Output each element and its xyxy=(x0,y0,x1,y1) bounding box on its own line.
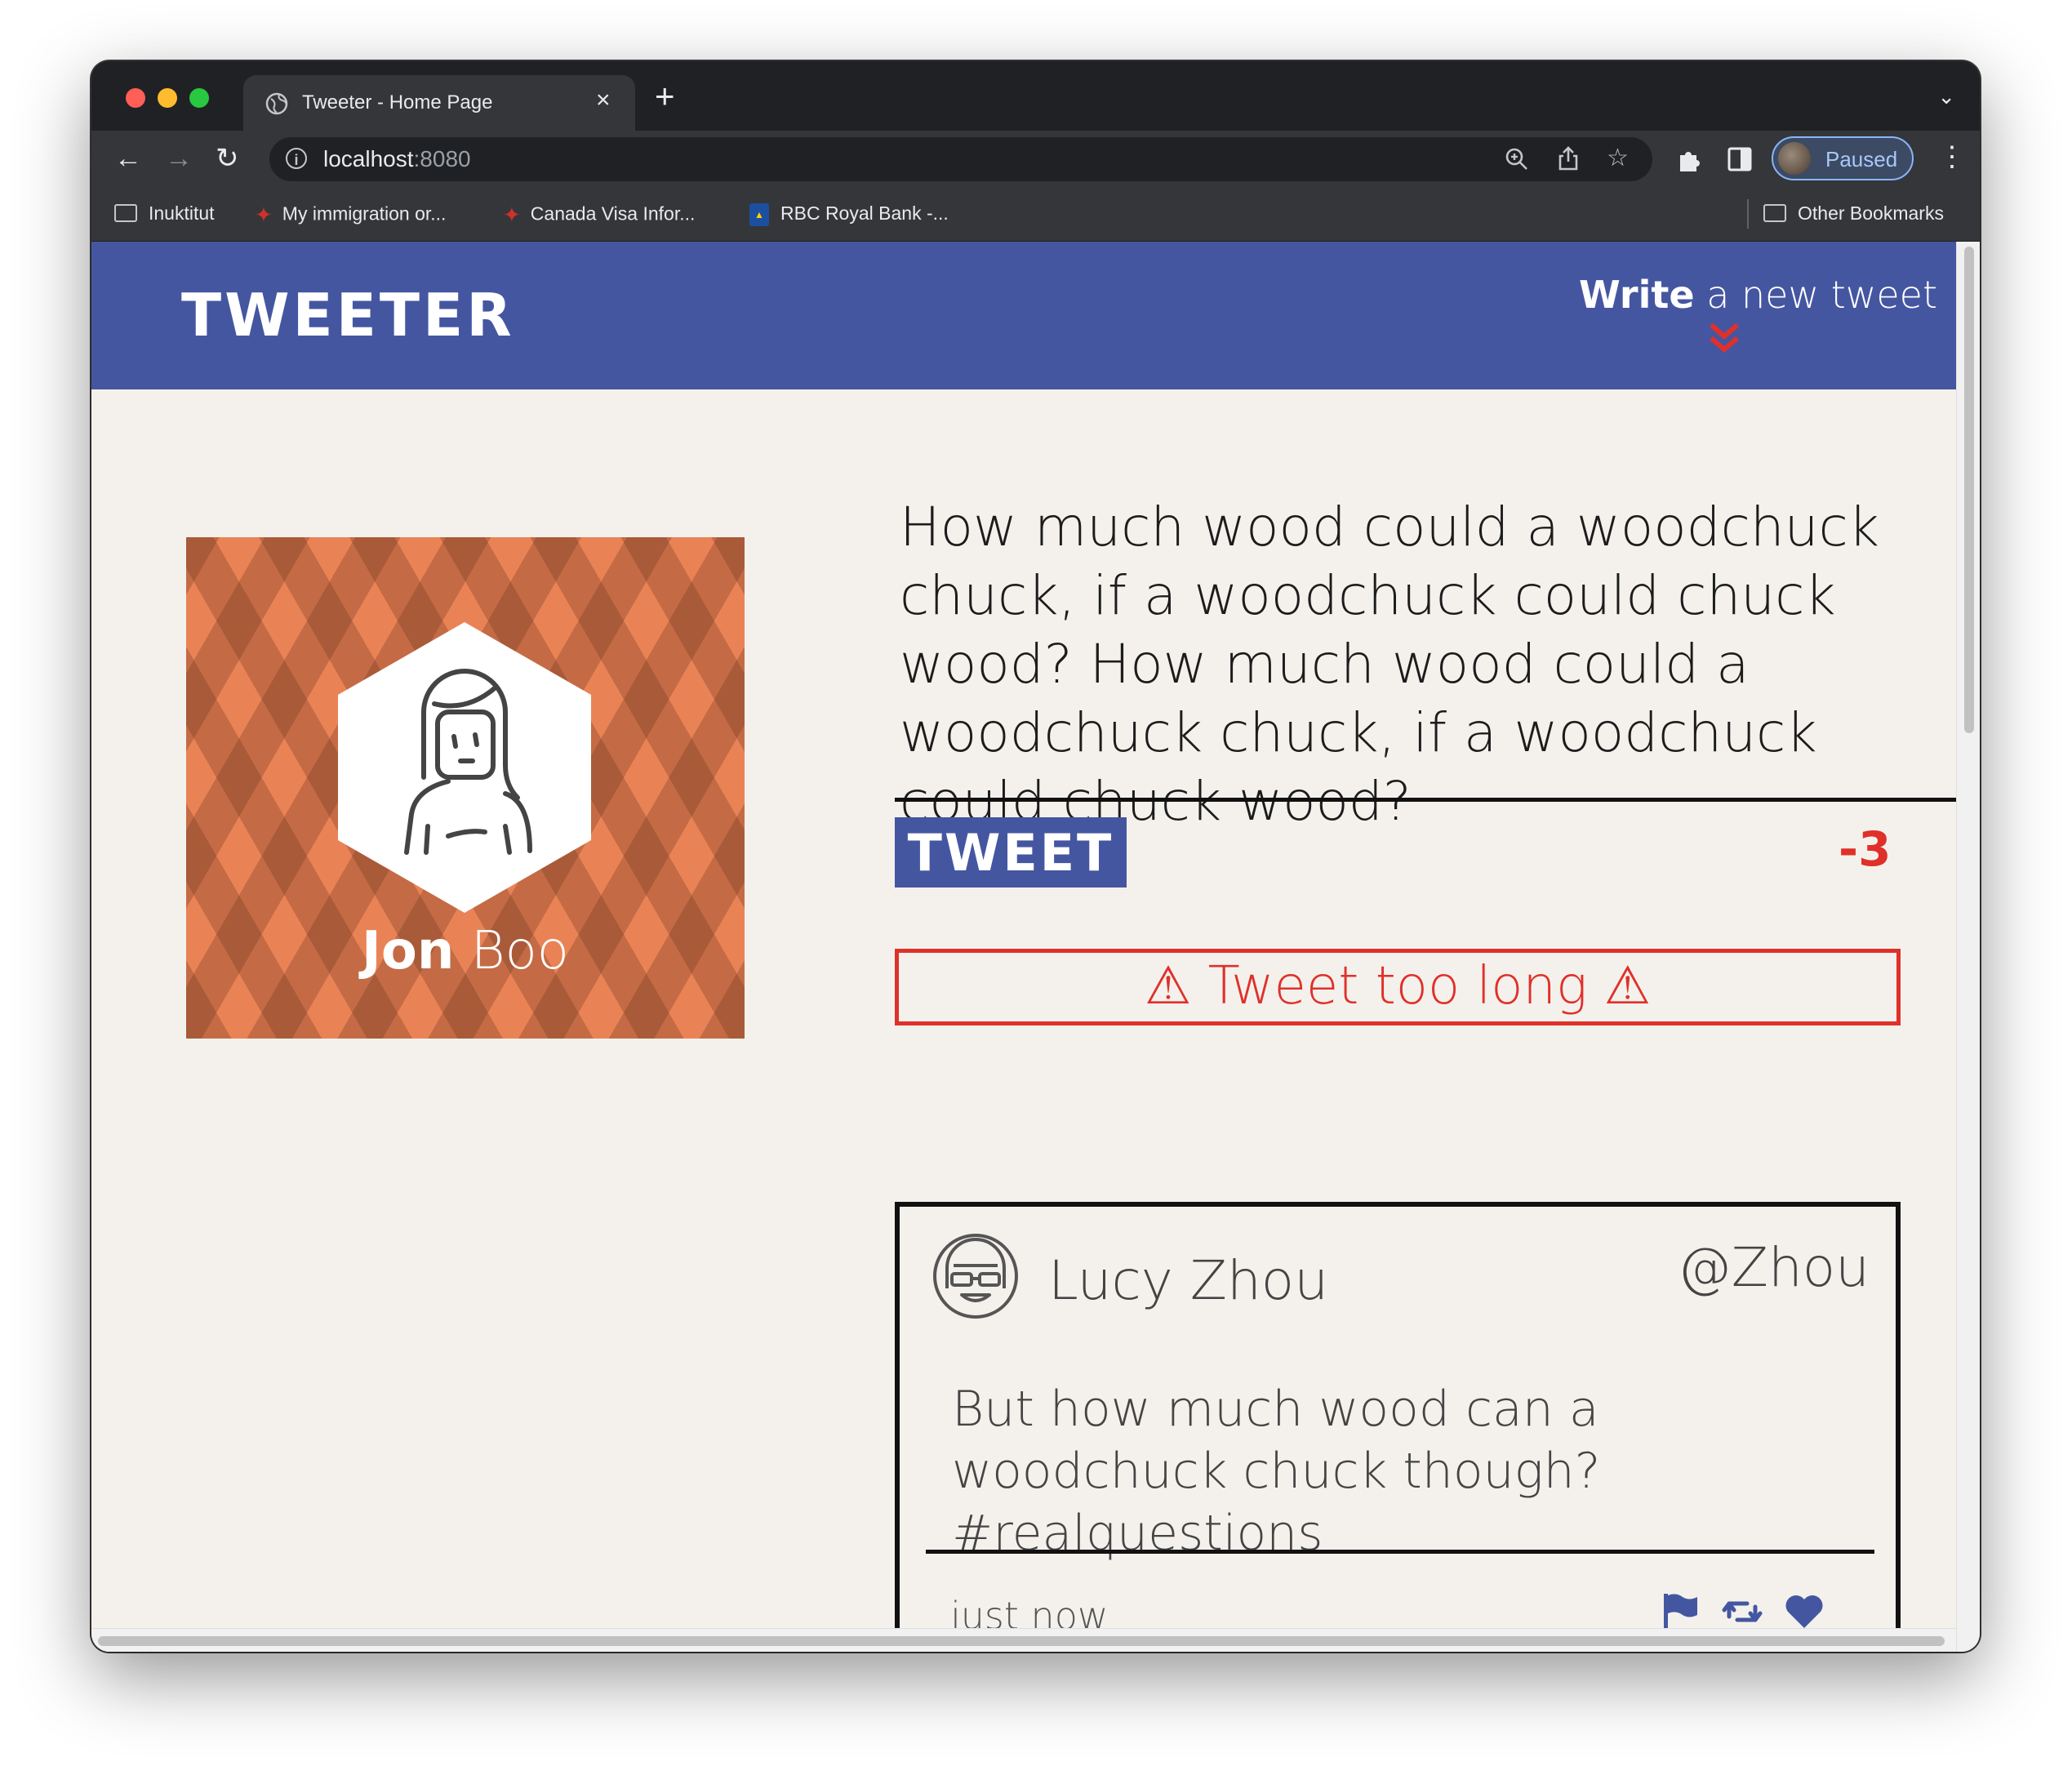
vertical-scrollbar[interactable] xyxy=(1956,242,1980,1652)
maple-leaf-icon: ✦ xyxy=(255,202,273,227)
tweet-author-name: Lucy Zhou xyxy=(1048,1249,1329,1312)
bookmark-star-icon[interactable]: ☆ xyxy=(1607,144,1629,172)
bookmark-inuktitut[interactable]: Inuktitut xyxy=(114,202,215,225)
double-chevron-down-icon[interactable] xyxy=(1706,320,1742,356)
composer-divider xyxy=(895,798,1956,802)
site-logo[interactable]: TWEETER xyxy=(181,281,515,349)
folder-icon xyxy=(114,203,137,222)
horizontal-scrollbar[interactable] xyxy=(91,1628,1956,1652)
rbc-icon: ▲ xyxy=(749,202,769,226)
character-counter: -3 xyxy=(1839,821,1892,877)
tweet-article: Lucy Zhou @Zhou But how much wood can a … xyxy=(895,1202,1901,1652)
tab-title: Tweeter - Home Page xyxy=(302,91,493,113)
other-bookmarks[interactable]: Other Bookmarks xyxy=(1763,202,1944,225)
site-info-icon[interactable]: i xyxy=(286,148,307,169)
profile-button[interactable]: Paused xyxy=(1772,136,1914,180)
user-avatar xyxy=(933,1234,1018,1319)
tweet-button[interactable]: TWEET xyxy=(895,817,1127,888)
error-message: ⚠ Tweet too long ⚠ xyxy=(895,949,1901,1025)
globe-icon xyxy=(265,92,288,115)
browser-window: Tweeter - Home Page × + ⌄ ← → ↻ i localh… xyxy=(91,61,1980,1652)
bookmark-immigration[interactable]: ✦ My immigration or... xyxy=(255,202,446,228)
tab-search-icon[interactable]: ⌄ xyxy=(1937,84,1955,109)
url-text: localhost:8080 xyxy=(323,146,471,171)
zoom-icon[interactable] xyxy=(1504,146,1530,172)
new-tab-button[interactable]: + xyxy=(655,79,675,113)
address-bar[interactable]: i localhost:8080 ☆ xyxy=(269,137,1652,181)
tab-strip: Tweeter - Home Page × + ⌄ xyxy=(91,61,1980,131)
share-icon[interactable] xyxy=(1556,145,1581,171)
tweet-content: But how much wood can a woodchuck chuck … xyxy=(952,1381,1601,1562)
profile-name: Jon Boo xyxy=(362,921,569,981)
close-window-button[interactable] xyxy=(126,88,145,108)
profile-avatar xyxy=(338,622,591,913)
back-button[interactable]: ← xyxy=(114,142,142,175)
forward-button[interactable]: → xyxy=(165,142,193,175)
minimize-window-button[interactable] xyxy=(158,88,177,108)
flag-icon[interactable] xyxy=(1659,1590,1701,1633)
vertical-scroll-thumb[interactable] xyxy=(1964,247,1974,733)
retweet-icon[interactable] xyxy=(1721,1590,1763,1633)
maximize-window-button[interactable] xyxy=(189,88,209,108)
tweet-divider xyxy=(926,1550,1874,1554)
maple-leaf-icon: ✦ xyxy=(503,202,521,227)
bookmarks-divider xyxy=(1747,199,1749,229)
write-new-tweet-link[interactable]: Write a new tweet xyxy=(1579,273,1937,317)
folder-icon xyxy=(1763,203,1786,222)
page-viewport: TWEETER Write a new tweet Jon Boo How mu… xyxy=(91,242,1980,1652)
bookmark-rbc[interactable]: ▲ RBC Royal Bank -... xyxy=(749,202,949,226)
side-panel-icon[interactable] xyxy=(1727,147,1752,171)
reload-button[interactable]: ↻ xyxy=(216,142,239,175)
avatar xyxy=(1778,142,1811,175)
close-tab-icon[interactable]: × xyxy=(596,87,611,114)
bookmarks-bar: Inuktitut ✦ My immigration or... ✦ Canada … xyxy=(91,188,1980,242)
tweet-textarea[interactable]: How much wood could a woodchuck chuck, i… xyxy=(900,493,1961,836)
bookmark-canada-visa[interactable]: ✦ Canada Visa Infor... xyxy=(503,202,695,228)
browser-menu-icon[interactable]: ⋮ xyxy=(1938,140,1966,173)
horizontal-scroll-thumb[interactable] xyxy=(98,1636,1945,1646)
profile-status: Paused xyxy=(1825,147,1898,171)
extensions-icon[interactable] xyxy=(1675,145,1703,173)
site-navbar: TWEETER Write a new tweet xyxy=(91,242,1956,389)
browser-toolbar: ← → ↻ i localhost:8080 ☆ Paused ⋮ xyxy=(91,131,1980,188)
user-profile-card: Jon Boo xyxy=(186,537,745,1039)
heart-icon[interactable] xyxy=(1783,1590,1825,1633)
browser-tab[interactable]: Tweeter - Home Page × xyxy=(243,75,635,131)
tweet-author-handle: @Zhou xyxy=(1677,1236,1870,1299)
